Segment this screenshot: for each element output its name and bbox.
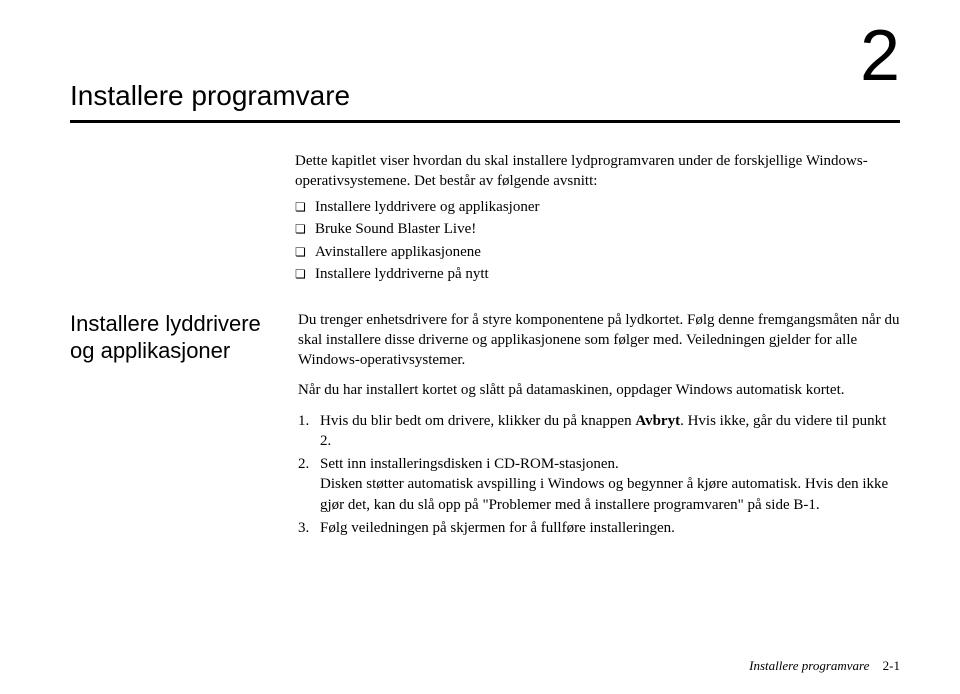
step-item: 2. Sett inn installeringsdisken i CD-ROM… xyxy=(298,454,900,515)
page-footer: Installere programvare 2-1 xyxy=(749,658,900,674)
bullet-item: Avinstallere applikasjonene xyxy=(295,241,900,264)
step-item: 3. Følg veiledningen på skjermen for å f… xyxy=(298,518,900,538)
step-text: Hvis du blir bedt om drivere, klikker du… xyxy=(320,413,635,429)
step-text: Sett inn installeringsdisken i CD-ROM-st… xyxy=(320,456,619,472)
footer-page-number: 2-1 xyxy=(883,658,900,673)
step-item: 1. Hvis du blir bedt om drivere, klikker… xyxy=(298,411,900,452)
intro-text: Dette kapitlet viser hvordan du skal ins… xyxy=(295,151,900,192)
intro-bullets: Installere lyddrivere og applikasjoner B… xyxy=(295,196,900,286)
step-extra: Disken støtter automatisk avspilling i W… xyxy=(320,474,900,515)
section-body: Du trenger enhetsdrivere for å styre kom… xyxy=(298,310,900,542)
step-text: Følg veiledningen på skjermen for å full… xyxy=(320,520,675,536)
title-rule xyxy=(70,120,900,123)
intro-block: Dette kapitlet viser hvordan du skal ins… xyxy=(295,151,900,286)
step-number: 2. xyxy=(298,454,309,474)
section-heading: Installere lyddrivere og applikasjoner xyxy=(70,310,280,542)
section-para: Når du har installert kortet og slått på… xyxy=(298,380,900,400)
bullet-item: Installere lyddrivere og applikasjoner xyxy=(295,196,900,219)
step-number: 3. xyxy=(298,518,309,538)
step-list: 1. Hvis du blir bedt om drivere, klikker… xyxy=(298,411,900,539)
chapter-number: 2 xyxy=(860,20,900,92)
step-bold: Avbryt xyxy=(635,413,680,429)
footer-label: Installere programvare xyxy=(749,658,869,673)
bullet-item: Installere lyddriverne på nytt xyxy=(295,263,900,286)
chapter-title: Installere programvare xyxy=(70,30,350,112)
bullet-item: Bruke Sound Blaster Live! xyxy=(295,218,900,241)
section-para: Du trenger enhetsdrivere for å styre kom… xyxy=(298,310,900,371)
step-number: 1. xyxy=(298,411,309,431)
